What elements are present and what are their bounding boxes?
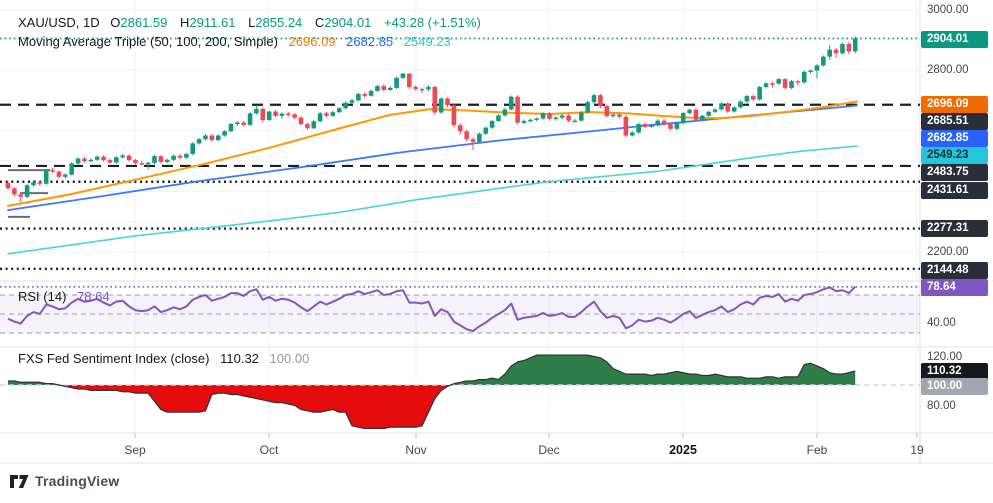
chart-plot-svg[interactable] <box>0 0 993 503</box>
tradingview-chart-window: XAU/USD, 1D O2861.59 H2911.61 L2855.24 C… <box>0 0 993 503</box>
